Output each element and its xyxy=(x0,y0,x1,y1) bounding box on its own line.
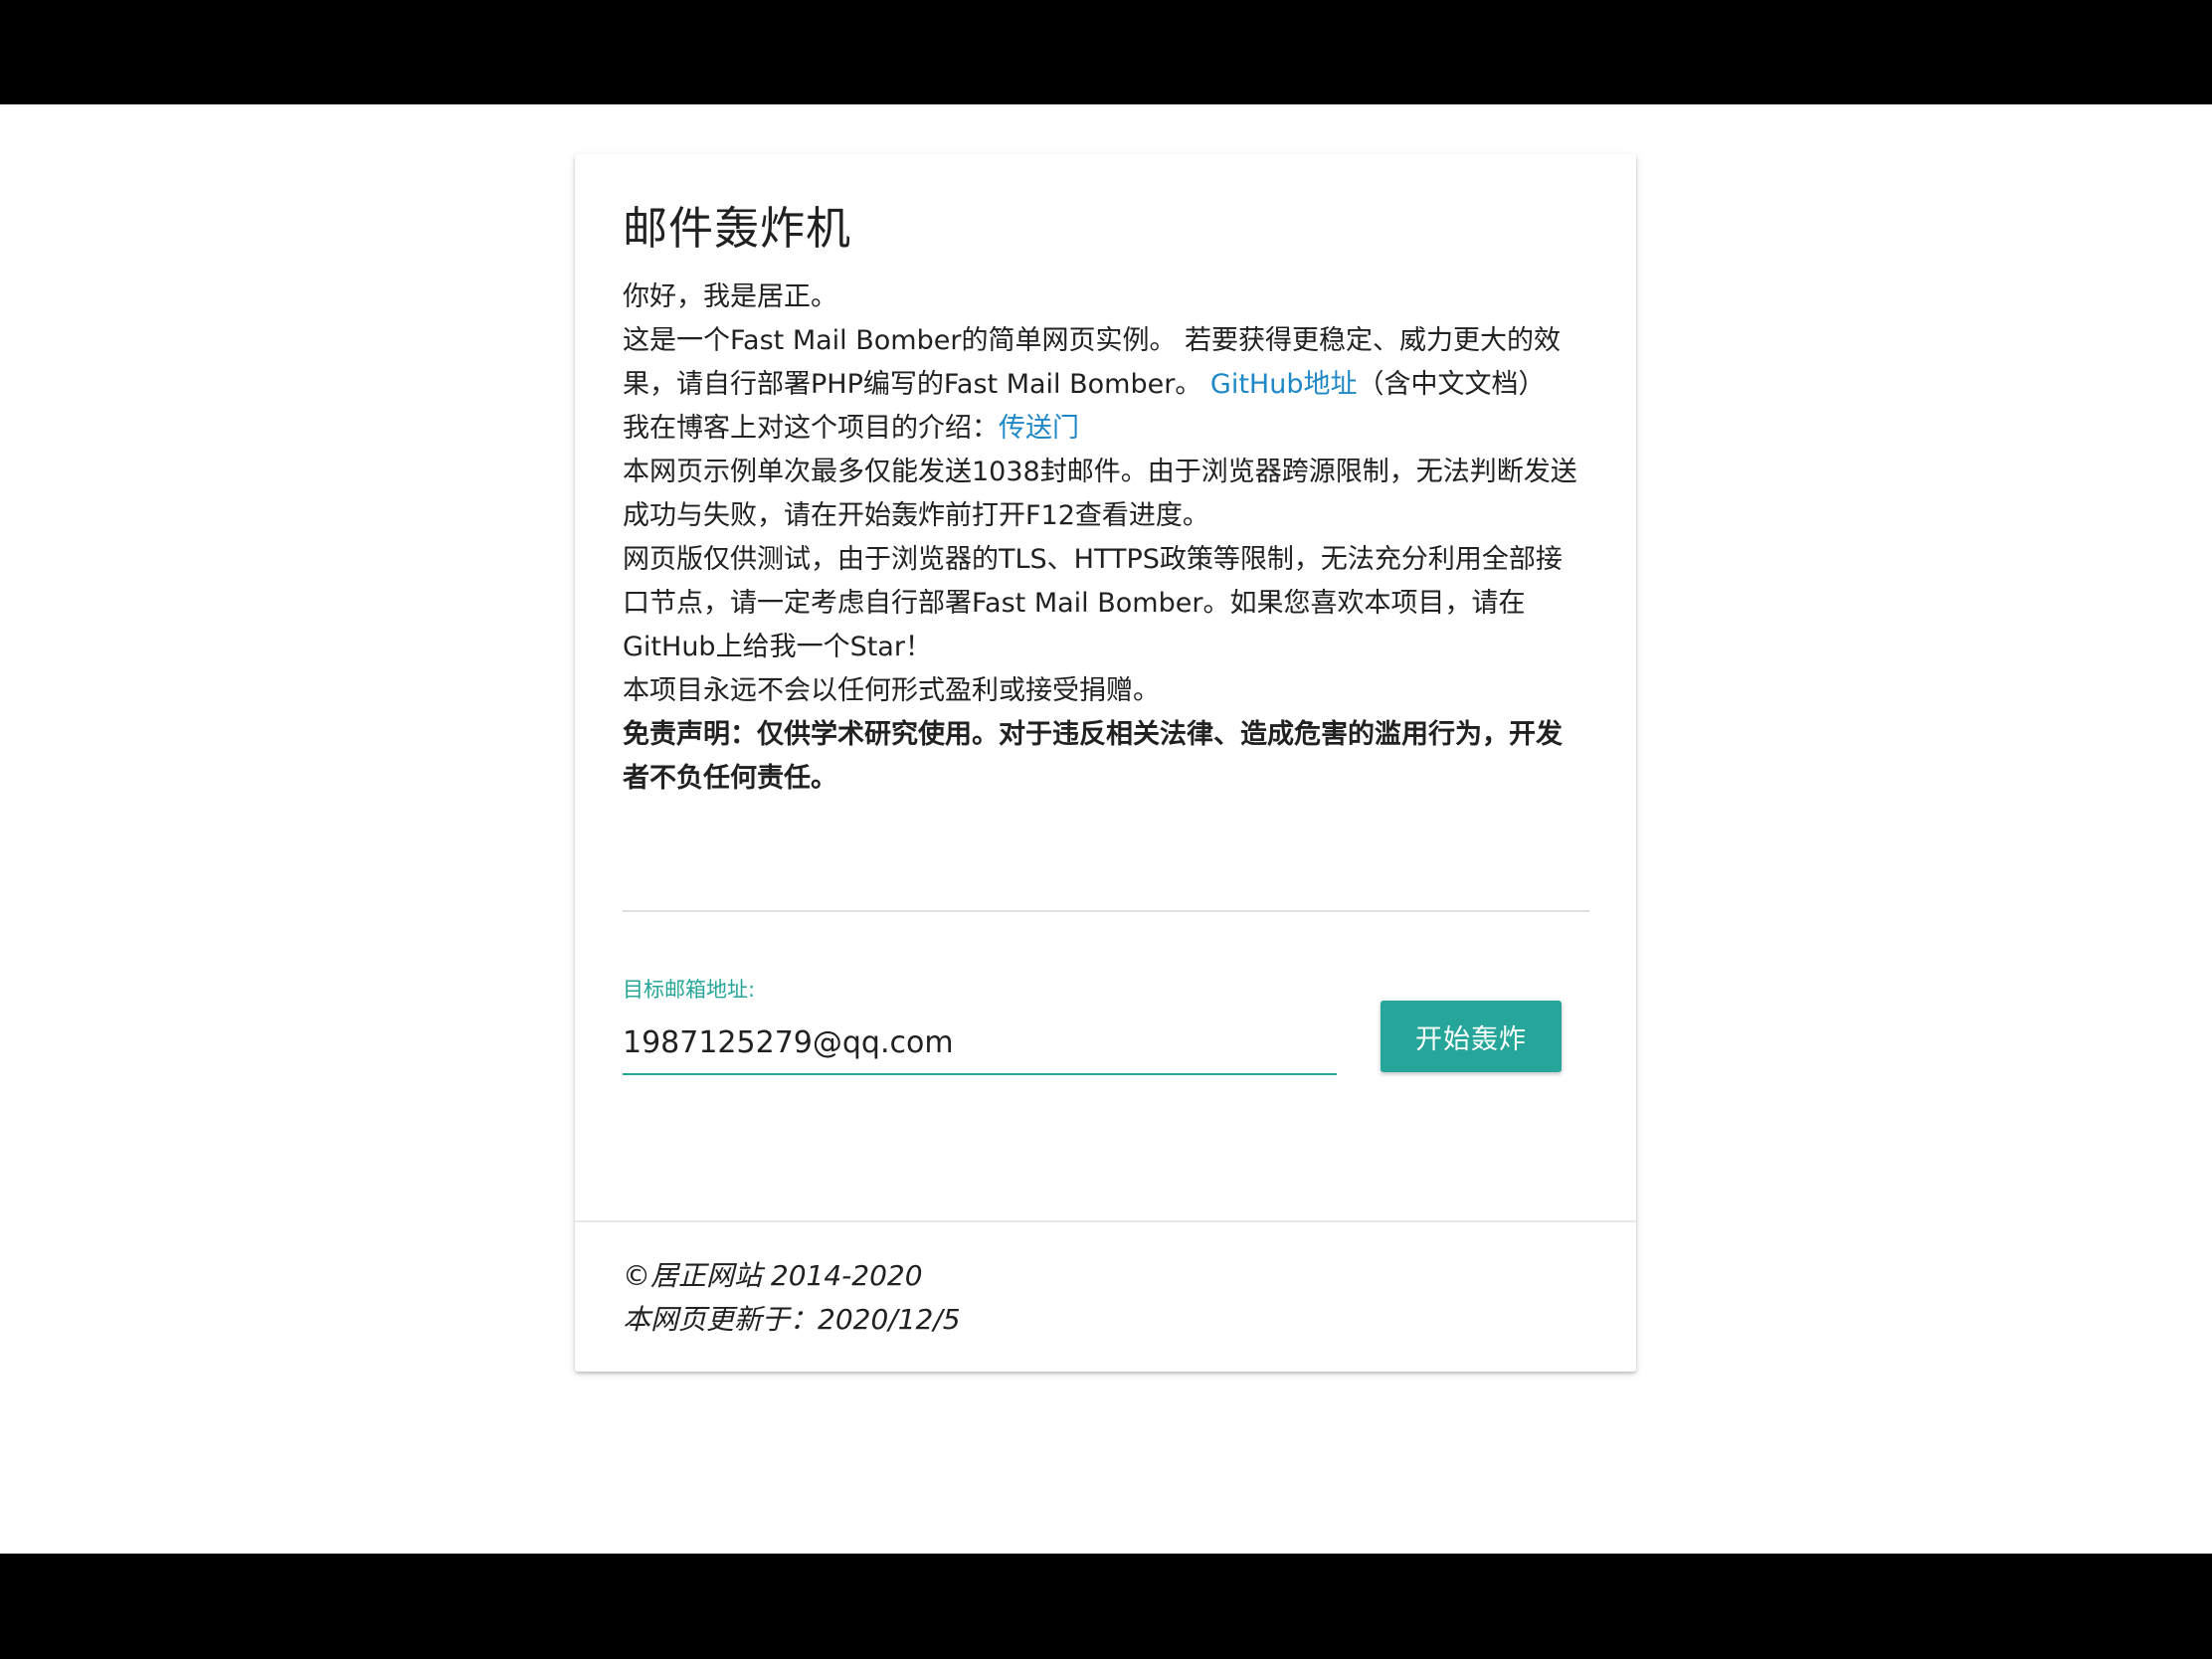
main-card: 邮件轰炸机 你好，我是居正。 这是一个Fast Mail Bomber的简单网页… xyxy=(575,154,1636,1372)
description-suffix: （含中文文档） xyxy=(1357,369,1546,400)
email-field-label: 目标邮箱地址: xyxy=(623,978,756,1002)
test-notice: 网页版仅供测试，由于浏览器的TLS、HTTPS政策等限制，无法充分利用全部接口节… xyxy=(623,544,1563,662)
footer-text: ©居正网站 2014-2020 本网页更新于：2020/12/5 xyxy=(623,1254,961,1342)
top-letterbox-bar xyxy=(0,0,2212,104)
updated-text: 本网页更新于：2020/12/5 xyxy=(623,1303,961,1336)
content-divider xyxy=(623,910,1589,912)
page-title: 邮件轰炸机 xyxy=(623,202,852,255)
disclaimer-text: 免责声明：仅供学术研究使用。对于违反相关法律、造成危害的滥用行为，开发者不负任何… xyxy=(623,719,1563,794)
intro-text: 你好，我是居正。 这是一个Fast Mail Bomber的简单网页实例。 若要… xyxy=(623,276,1577,801)
blog-link[interactable]: 传送门 xyxy=(999,413,1079,444)
card-content: 邮件轰炸机 你好，我是居正。 这是一个Fast Mail Bomber的简单网页… xyxy=(623,199,1577,801)
greeting-text: 你好，我是居正。 xyxy=(623,281,837,312)
bottom-letterbox-bar xyxy=(0,1554,2212,1659)
blog-paragraph: 我在博客上对这个项目的介绍：传送门 xyxy=(623,407,1577,451)
no-profit-notice: 本项目永远不会以任何形式盈利或接受捐赠。 xyxy=(623,675,1160,706)
github-link[interactable]: GitHub地址 xyxy=(1210,369,1358,400)
copyright-text: ©居正网站 2014-2020 xyxy=(623,1259,923,1292)
card-footer: ©居正网站 2014-2020 本网页更新于：2020/12/5 xyxy=(575,1220,1636,1372)
blog-text: 我在博客上对这个项目的介绍： xyxy=(623,413,999,444)
start-bomb-button[interactable]: 开始轰炸 xyxy=(1381,1001,1562,1072)
description-paragraph: 这是一个Fast Mail Bomber的简单网页实例。 若要获得更稳定、威力更… xyxy=(623,319,1577,407)
email-field[interactable] xyxy=(623,1012,1337,1075)
limit-notice: 本网页示例单次最多仅能发送1038封邮件。由于浏览器跨源限制，无法判断发送成功与… xyxy=(623,457,1577,531)
